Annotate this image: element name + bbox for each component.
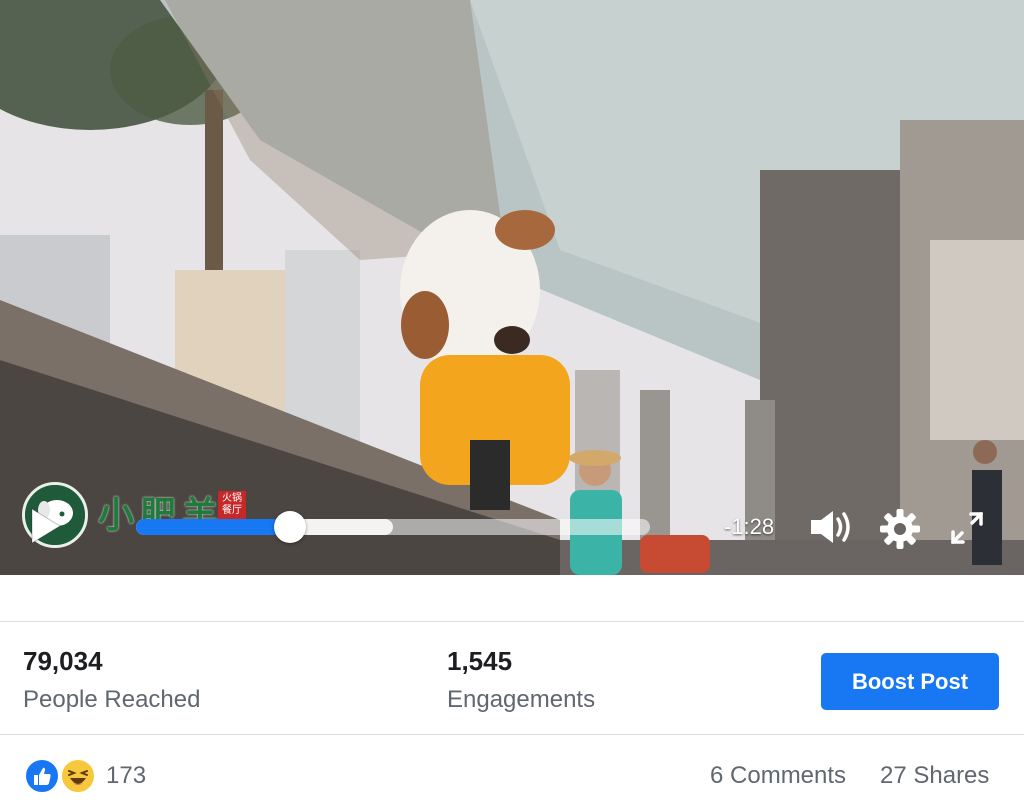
comments-link[interactable]: 6 Comments bbox=[710, 762, 846, 790]
reaction-count[interactable]: 173 bbox=[106, 762, 146, 790]
divider bbox=[0, 621, 1024, 622]
progress-played bbox=[136, 519, 291, 535]
people-reached-value: 79,034 bbox=[23, 646, 103, 676]
volume-icon[interactable] bbox=[809, 507, 855, 547]
haha-icon[interactable] bbox=[60, 758, 96, 794]
fullscreen-icon[interactable] bbox=[950, 511, 984, 545]
progress-scrubber-handle[interactable] bbox=[274, 511, 307, 543]
boost-post-button[interactable]: Boost Post bbox=[821, 653, 999, 710]
people-reached-label: People Reached bbox=[23, 686, 201, 713]
video-player[interactable]: 小肥羊 火锅餐厅 -1:28 bbox=[0, 0, 1024, 575]
progress-bar[interactable] bbox=[136, 511, 650, 543]
shares-link[interactable]: 27 Shares bbox=[880, 762, 989, 790]
like-icon[interactable] bbox=[24, 758, 60, 794]
brand-tag: 火锅餐厅 bbox=[218, 491, 246, 519]
play-icon[interactable] bbox=[28, 506, 62, 546]
time-remaining: -1:28 bbox=[724, 514, 775, 539]
divider bbox=[0, 734, 1024, 735]
post-card: 小肥羊 火锅餐厅 -1:28 79,034 People Reached 1,5… bbox=[0, 0, 1024, 807]
gear-icon[interactable] bbox=[879, 508, 921, 550]
engagements-value: 1,545 bbox=[447, 646, 513, 676]
engagements-label: Engagements bbox=[447, 686, 596, 713]
